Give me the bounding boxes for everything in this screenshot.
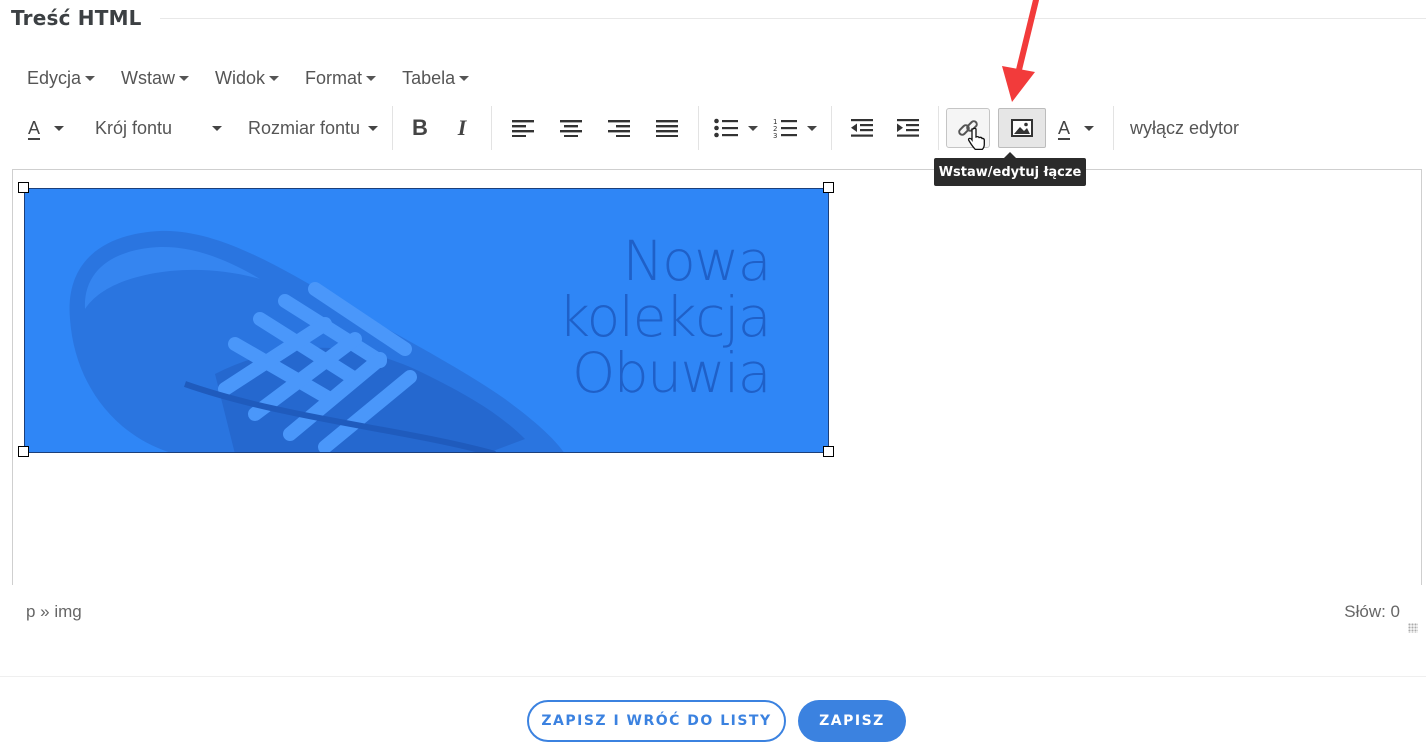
editor-statusbar: p » img Słów: 0	[12, 585, 1422, 645]
banner-image[interactable]: Nowa kolekcja Obuwia	[24, 188, 829, 453]
banner-line-3: Obuwia	[571, 341, 772, 405]
align-right-icon	[608, 120, 630, 137]
caret-down-icon	[459, 75, 470, 81]
element-path[interactable]: p » img	[26, 602, 82, 622]
bullet-list-button[interactable]	[706, 109, 766, 147]
menu-view[interactable]: Widok	[215, 67, 280, 89]
toolbar-separator	[938, 106, 939, 150]
image-icon	[1011, 119, 1033, 137]
menu-format-label: Format	[305, 67, 363, 88]
disable-editor-label: wyłącz edytor	[1130, 117, 1240, 138]
menu-insert-label: Wstaw	[121, 67, 176, 88]
resize-handle-bottom-left[interactable]	[18, 446, 29, 457]
menu-edit[interactable]: Edycja	[27, 67, 96, 89]
link-button[interactable]	[946, 108, 990, 151]
text-color-button[interactable]: A	[17, 109, 75, 147]
caret-down-icon	[269, 75, 280, 81]
outdent-icon	[851, 119, 873, 137]
outdent-button[interactable]	[839, 109, 885, 147]
resize-handle-top-right[interactable]	[823, 182, 834, 193]
caret-down-icon	[179, 75, 190, 81]
numbered-list-icon: 123	[773, 118, 797, 139]
font-family-select[interactable]: Krój fontu	[75, 109, 235, 147]
indent-button[interactable]	[885, 109, 931, 147]
background-color-glyph: A	[1057, 117, 1070, 138]
footer-divider	[0, 676, 1426, 677]
toolbar-separator	[831, 106, 832, 150]
menu-table-label: Tabela	[402, 67, 456, 88]
text-color-glyph: A	[27, 117, 40, 138]
align-center-button[interactable]	[547, 109, 595, 147]
toolbar-separator	[392, 106, 393, 150]
caret-down-icon	[368, 125, 379, 131]
menu-view-label: Widok	[215, 67, 266, 88]
resize-grip-icon[interactable]	[1408, 623, 1418, 633]
font-family-label: Krój fontu	[95, 117, 173, 138]
save-button[interactable]: ZAPISZ	[798, 700, 906, 742]
align-justify-button[interactable]	[643, 109, 691, 147]
link-tooltip: Wstaw/edytuj łącze	[934, 152, 1086, 186]
caret-down-icon	[366, 75, 377, 81]
save-and-back-button[interactable]: ZAPISZ I WRÓĆ DO LISTY	[527, 700, 786, 742]
caret-down-icon	[212, 125, 223, 131]
align-center-icon	[560, 120, 582, 137]
banner-line-2: kolekcja	[558, 285, 771, 349]
annotation-arrow-icon	[1002, 0, 1039, 102]
section-title: Treść HTML	[11, 6, 142, 30]
bullet-list-icon	[714, 118, 738, 138]
caret-down-icon	[807, 125, 817, 131]
bold-icon: B	[412, 115, 428, 140]
align-left-icon	[512, 120, 534, 137]
bold-button[interactable]: B	[400, 109, 440, 147]
italic-icon: I	[457, 115, 467, 140]
menu-table[interactable]: Tabela	[402, 67, 470, 89]
indent-icon	[897, 119, 919, 137]
align-right-button[interactable]	[595, 109, 643, 147]
word-count: Słów: 0	[1344, 602, 1400, 621]
caret-down-icon	[85, 75, 96, 81]
caret-down-icon	[748, 125, 758, 131]
background-color-button[interactable]: A	[1046, 109, 1106, 147]
editor-toolbar: A Krój fontu Rozmiar fontu B I 123 A wył…	[17, 106, 1239, 151]
menu-insert[interactable]: Wstaw	[121, 67, 190, 89]
align-justify-icon	[656, 120, 678, 137]
image-button[interactable]	[998, 108, 1046, 148]
font-size-select[interactable]: Rozmiar fontu	[235, 109, 385, 147]
toolbar-separator	[491, 106, 492, 150]
menu-format[interactable]: Format	[305, 67, 377, 89]
toolbar-separator	[1113, 106, 1114, 150]
resize-handle-bottom-right[interactable]	[823, 446, 834, 457]
menu-edit-label: Edycja	[27, 67, 82, 88]
numbered-list-button[interactable]: 123	[766, 109, 824, 147]
italic-button[interactable]: I	[440, 109, 484, 147]
caret-down-icon	[1084, 125, 1094, 131]
hand-cursor-icon	[967, 127, 985, 151]
banner-line-1: Nowa	[622, 229, 772, 293]
svg-text:3: 3	[773, 132, 777, 139]
align-left-button[interactable]	[499, 109, 547, 147]
font-size-label: Rozmiar fontu	[247, 117, 361, 138]
disable-editor-button[interactable]: wyłącz edytor	[1121, 109, 1239, 147]
banner-headline: Nowa kolekcja Obuwia	[558, 229, 772, 405]
section-divider	[160, 18, 1426, 19]
resize-handle-top-left[interactable]	[18, 182, 29, 193]
caret-down-icon	[54, 125, 64, 131]
toolbar-separator	[698, 106, 699, 150]
editor-menubar: Edycja Wstaw Widok Format Tabela	[27, 66, 495, 90]
